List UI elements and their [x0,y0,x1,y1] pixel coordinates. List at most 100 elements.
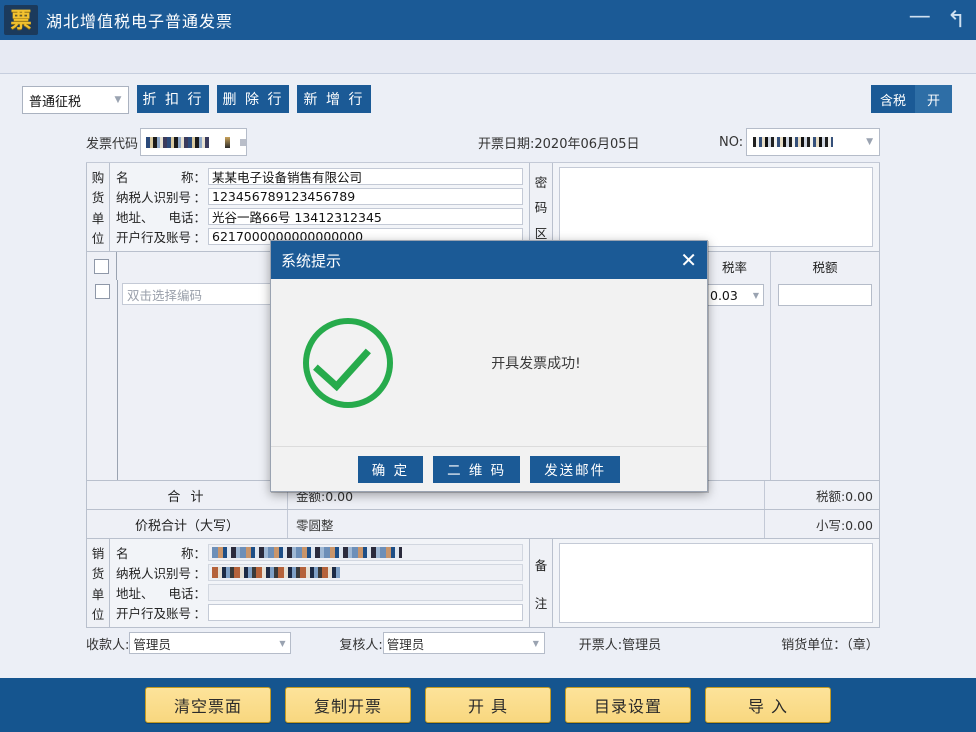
password-area-side-label: 密 码 区 [529,163,553,251]
buyer-taxid-label: 纳税人识别号 ： [110,187,208,206]
buyer-side-label: 购 货 单 位 [87,163,110,251]
seller-address-input[interactable] [208,584,523,601]
dialog-qrcode-button[interactable]: 二 维 码 [433,456,520,483]
minimize-icon[interactable]: — [909,6,931,28]
payee-select[interactable]: 管理员 ▼ [129,632,291,654]
dialog-message: 开具发票成功! [393,353,707,373]
buyer-name-row: 名 称： 某某电子设备销售有限公司 [110,167,529,186]
tax-rate-value: 0.03 [705,288,749,303]
seller-name-input[interactable] [208,544,523,561]
seller-side-char-1: 销 [92,543,105,562]
select-all-header [87,252,117,280]
seller-taxid-label: 纳税人识别号 ： [110,563,208,582]
password-area-box[interactable] [559,167,873,247]
payee-label: 收款人: [86,634,129,653]
delete-row-button[interactable]: 删 除 行 [217,85,289,113]
title-bar: 票 湖北增值税电子普通发票 — ↰ [0,0,976,40]
reviewer-select[interactable]: 管理员 ▼ [383,632,545,654]
column-header-rate: 税率 [699,252,771,280]
tax-rate-select[interactable]: 0.03 ▼ [704,284,764,306]
chevron-down-icon: ▼ [528,639,544,648]
seller-side-char-3: 单 [92,584,105,603]
toggle-tax-included[interactable]: 含税 [871,85,915,113]
buyer-side-char-2: 货 [92,187,105,206]
redacted-seller-taxid [212,567,340,578]
issue-invoice-button[interactable]: 开 具 [425,687,551,723]
seller-address-label: 地址、 电话： [110,583,208,602]
tax-included-toggle: 含税 开 [871,85,952,113]
seller-bank-label-left: 开户行及账号 [116,603,191,622]
remark-side-char-1: 备 [535,555,548,574]
import-button[interactable]: 导 入 [705,687,831,723]
seller-taxid-input[interactable] [208,564,523,581]
buyer-name-label-left: 名 [116,167,129,186]
toolbar: 普通征税 ▼ 折 扣 行 删 除 行 新 增 行 含税 开 [0,74,976,124]
header-band [0,40,976,74]
buyer-bank-label-left: 开户行及账号 [116,227,191,246]
tax-amount-input[interactable] [778,284,872,306]
totals-tax: 税额:0.00 [764,481,879,509]
seller-bank-label: 开户行及账号 ： [110,603,208,622]
buyer-taxid-label-left: 纳税人识别号 [116,187,191,206]
invoice-date: 开票日期:2020年06月05日 [478,133,640,152]
payee-value: 管理员 [130,634,274,653]
redacted-invoice-code-3 [240,139,246,146]
buyer-address-input[interactable]: 光谷一路66号 13412312345 [208,208,523,225]
system-prompt-dialog: 系统提示 ✕ 开具发票成功! 确 定 二 维 码 发送邮件 [270,240,708,492]
invoice-application-window: 票 湖北增值税电子普通发票 — ↰ 普通征税 ▼ 折 扣 行 删 除 行 新 增… [0,0,976,732]
invoice-code-input[interactable] [140,128,247,156]
dialog-send-email-button[interactable]: 发送邮件 [530,456,620,483]
remark-box[interactable] [559,543,873,623]
bottom-action-bar: 清空票面 复制开票 开 具 目录设置 导 入 [0,678,976,732]
toggle-open[interactable]: 开 [915,85,952,113]
tax-mode-select[interactable]: 普通征税 ▼ [22,86,129,114]
column-header-amount: 税额 [771,252,879,280]
buyer-name-input[interactable]: 某某电子设备销售有限公司 [208,168,523,185]
redacted-seller-name [212,547,402,558]
remark-side-label: 备 注 [529,539,553,627]
item-amount-cell [770,280,879,480]
seller-name-row: 名 称： [110,543,529,562]
add-row-button[interactable]: 新 增 行 [297,85,371,113]
close-icon[interactable]: ✕ [680,250,697,270]
seller-taxid-row: 纳税人识别号 ： [110,563,529,582]
window-controls: — ↰ [909,0,966,40]
seller-name-label: 名 称： [110,543,208,562]
seller-bank-label-right: ： [193,603,206,622]
buyer-bank-label: 开户行及账号 ： [110,227,208,246]
back-arrow-icon[interactable]: ↰ [947,9,966,32]
buyer-taxid-row: 纳税人识别号 ： 123456789123456789 [110,187,529,206]
seller-side-label: 销 货 单 位 [87,539,110,627]
buyer-taxid-input[interactable]: 123456789123456789 [208,188,523,205]
buyer-side-char-1: 购 [92,167,105,186]
seller-name-label-left: 名 [116,543,129,562]
select-all-checkbox[interactable] [94,259,109,274]
password-side-char-1: 密 [535,172,548,191]
buyer-side-char-4: 位 [92,228,105,247]
clear-invoice-button[interactable]: 清空票面 [145,687,271,723]
buyer-address-label-left: 地址、 [116,207,154,226]
seller-bank-input[interactable] [208,604,523,621]
tax-mode-value: 普通征税 [23,91,108,110]
remark-side-char-2: 注 [535,593,548,612]
invoice-code-label: 发票代码 [86,133,138,152]
invoice-no-select[interactable]: ▼ [746,128,880,156]
catalog-settings-button[interactable]: 目录设置 [565,687,691,723]
seller-fields: 名 称： 纳税人识别号 ： [110,539,529,627]
capital-total-value: 零圆整 [288,510,764,538]
seller-side-char-2: 货 [92,563,105,582]
row-checkbox[interactable] [95,284,110,299]
copy-invoice-button[interactable]: 复制开票 [285,687,411,723]
capital-total-row: 价税合计（大写） 零圆整 小写:0.00 [86,510,880,539]
seller-address-row: 地址、 电话： [110,583,529,602]
chevron-down-icon: ▼ [108,95,128,105]
discount-row-button[interactable]: 折 扣 行 [137,85,209,113]
redacted-invoice-code-2 [225,137,230,148]
invoice-header-row: 发票代码 开票日期:2020年06月05日 NO: ▼ [86,122,880,163]
dialog-title: 系统提示 [281,250,680,271]
password-side-char-2: 码 [535,197,548,216]
buyer-address-row: 地址、 电话： 光谷一路66号 13412312345 [110,207,529,226]
seller-name-label-right: 称： [181,543,206,562]
reviewer-value: 管理员 [384,634,528,653]
dialog-confirm-button[interactable]: 确 定 [358,456,423,483]
